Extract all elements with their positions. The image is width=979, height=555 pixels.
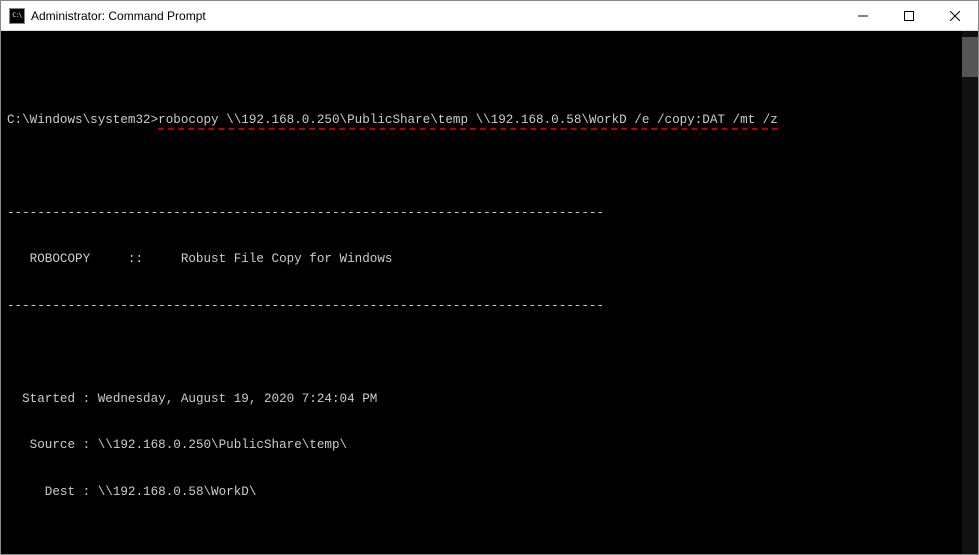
close-button[interactable] — [932, 1, 978, 30]
command-prompt-window: C:\ Administrator: Command Prompt C:\Win… — [0, 0, 979, 555]
dest-row: Dest : \\192.168.0.58\WorkD\ — [7, 485, 974, 501]
terminal-area[interactable]: C:\Windows\system32>robocopy \\192.168.0… — [1, 31, 978, 554]
source-row: Source : \\192.168.0.250\PublicShare\tem… — [7, 438, 974, 454]
window-controls — [840, 1, 978, 30]
command-line: C:\Windows\system32>robocopy \\192.168.0… — [7, 113, 974, 129]
scrollbar-thumb[interactable] — [962, 37, 978, 77]
robocopy-header: ROBOCOPY :: Robust File Copy for Windows — [7, 252, 974, 268]
minimize-button[interactable] — [840, 1, 886, 30]
started-row: Started : Wednesday, August 19, 2020 7:2… — [7, 392, 974, 408]
prompt-prefix: C:\Windows\system32> — [7, 113, 158, 127]
window-title: Administrator: Command Prompt — [31, 9, 840, 23]
titlebar[interactable]: C:\ Administrator: Command Prompt — [1, 1, 978, 31]
divider: ----------------------------------------… — [7, 299, 974, 315]
command-text: robocopy \\192.168.0.250\PublicShare\tem… — [158, 113, 778, 130]
divider: ----------------------------------------… — [7, 206, 974, 222]
scrollbar-track[interactable] — [962, 31, 978, 554]
maximize-button[interactable] — [886, 1, 932, 30]
app-icon: C:\ — [9, 8, 25, 24]
